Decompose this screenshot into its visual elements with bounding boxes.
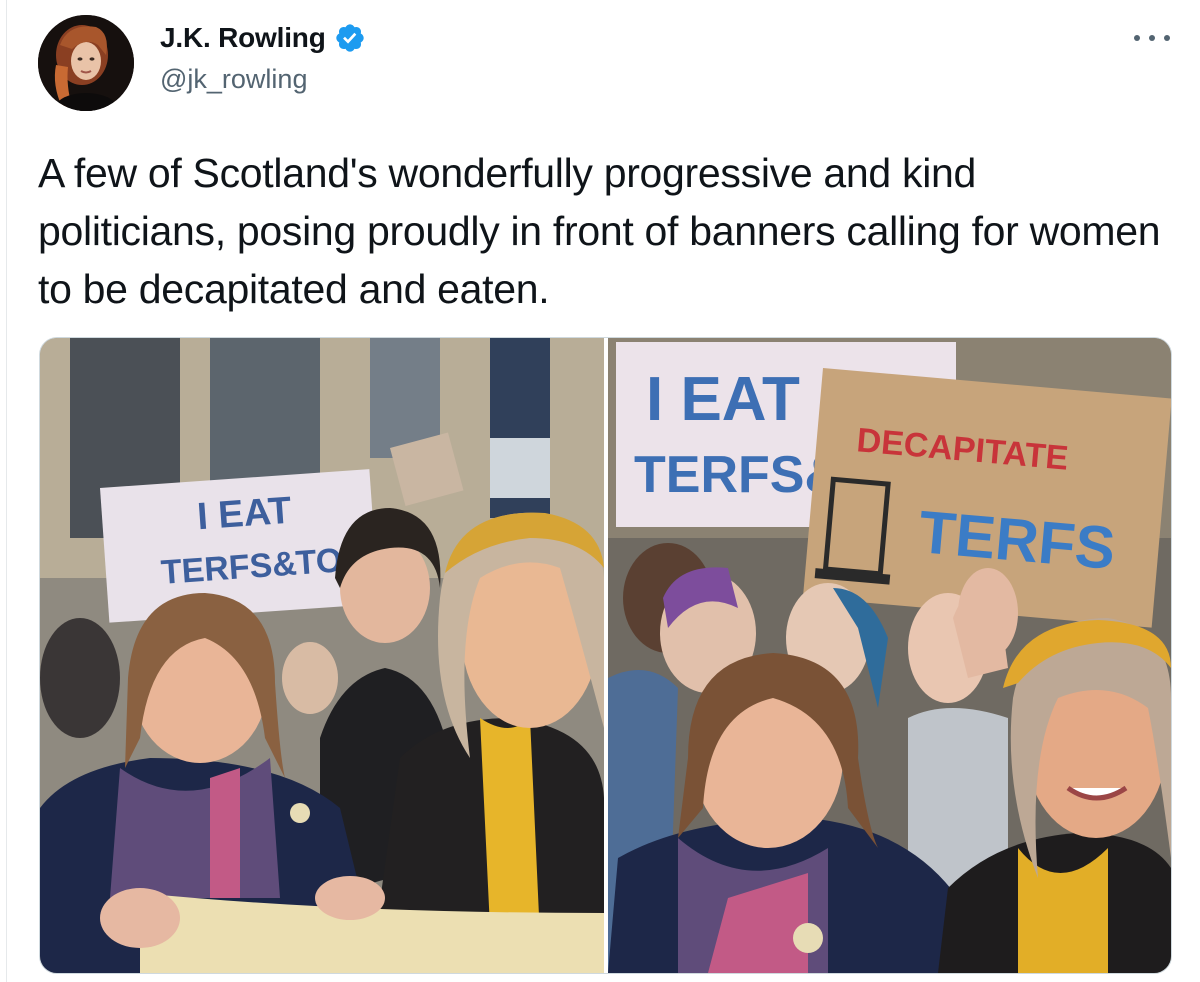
display-name[interactable]: J.K. Rowling xyxy=(160,22,326,54)
user-handle[interactable]: @jk_rowling xyxy=(160,64,307,95)
more-options-icon[interactable] xyxy=(1134,26,1170,50)
sign-text: I EAT xyxy=(196,490,293,538)
sign-text: TERFS& xyxy=(634,446,842,504)
photo-left[interactable]: I EAT TERFS& TORI xyxy=(40,338,604,973)
verified-badge-icon xyxy=(334,22,366,54)
avatar[interactable] xyxy=(38,15,134,111)
avatar-photo xyxy=(38,15,134,111)
tweet-text: A few of Scotland's wonderfully progress… xyxy=(38,150,1161,312)
photo-right[interactable]: I EAT TERFS& DECAPITATE TERFS xyxy=(608,338,1171,973)
timeline-divider xyxy=(6,0,7,982)
tweet-media: I EAT TERFS& TORI I EAT TERFS& DECAPITAT… xyxy=(39,337,1172,974)
sign-text: I EAT xyxy=(646,365,800,434)
